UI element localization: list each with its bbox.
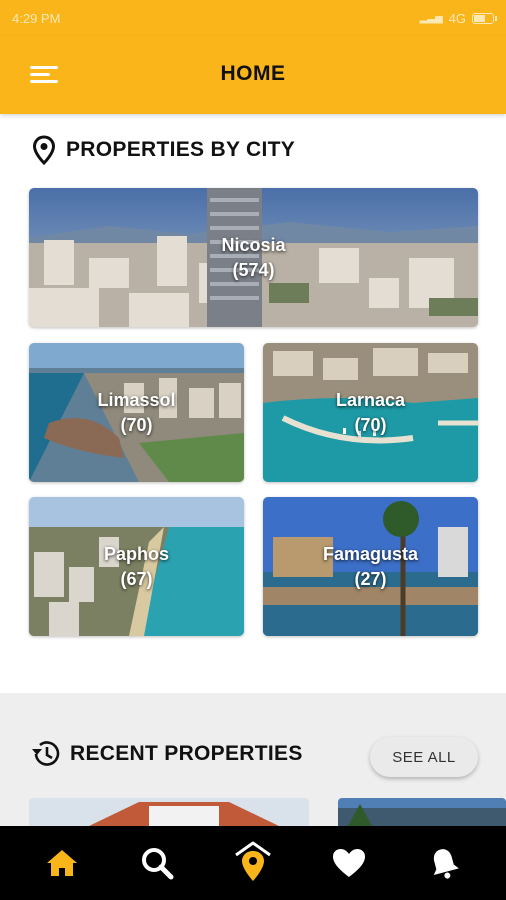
city-count: (27): [354, 568, 387, 589]
section-title: RECENT PROPERTIES: [70, 742, 303, 765]
section-title: PROPERTIES BY CITY: [66, 138, 296, 161]
bottom-navigation: [0, 826, 506, 900]
city-card-famagusta[interactable]: Famagusta (27): [263, 497, 478, 636]
history-icon: [32, 741, 60, 766]
city-label: Larnaca (70): [263, 388, 478, 438]
city-count: (70): [120, 414, 153, 435]
nav-home[interactable]: [32, 833, 92, 893]
city-card-limassol[interactable]: Limassol (70): [29, 343, 244, 482]
network-type: 4G: [448, 10, 466, 26]
map-pin-icon: [32, 135, 56, 165]
city-card-larnaca[interactable]: Larnaca (70): [263, 343, 478, 482]
city-name: Famagusta: [322, 543, 419, 564]
recent-property-card[interactable]: [29, 798, 309, 826]
home-icon: [46, 850, 77, 876]
nav-nearby[interactable]: [223, 833, 283, 893]
app-bar: HOME: [0, 36, 506, 114]
heart-icon: [332, 849, 365, 877]
nav-favorites[interactable]: [319, 833, 379, 893]
battery-icon: [472, 12, 497, 24]
home-location-icon: [235, 841, 271, 881]
city-count: (70): [354, 414, 387, 435]
search-icon: [142, 848, 174, 880]
city-card-nicosia[interactable]: Nicosia (574): [29, 188, 478, 327]
city-label: Nicosia (574): [29, 233, 478, 283]
signal-icon: ▂▃▅: [419, 12, 443, 24]
bell-icon: [433, 849, 460, 879]
see-all-button[interactable]: SEE ALL: [370, 737, 478, 777]
city-label: Famagusta (27): [263, 542, 478, 592]
property-photo: [338, 798, 506, 826]
page-title: HOME: [220, 62, 286, 85]
property-photo: [29, 798, 309, 826]
status-time: 4:29 PM: [12, 10, 61, 26]
recent-properties-header: RECENT PROPERTIES: [30, 739, 303, 769]
city-name: Limassol: [97, 389, 176, 410]
city-label: Limassol (70): [29, 388, 244, 438]
nav-search[interactable]: [127, 833, 187, 893]
city-name: Nicosia: [221, 234, 286, 255]
nav-notifications[interactable]: [414, 833, 474, 893]
recent-property-card[interactable]: [338, 798, 506, 826]
city-count: (574): [232, 259, 275, 280]
city-count: (67): [120, 568, 153, 589]
city-label: Paphos (67): [29, 542, 244, 592]
status-icons: ▂▃▅ 4G: [419, 10, 497, 26]
city-card-paphos[interactable]: Paphos (67): [29, 497, 244, 636]
status-bar: 4:29 PM ▂▃▅ 4G: [0, 0, 506, 36]
city-name: Paphos: [103, 543, 169, 564]
properties-by-city-header: PROPERTIES BY CITY: [30, 135, 295, 165]
city-name: Larnaca: [335, 389, 406, 410]
